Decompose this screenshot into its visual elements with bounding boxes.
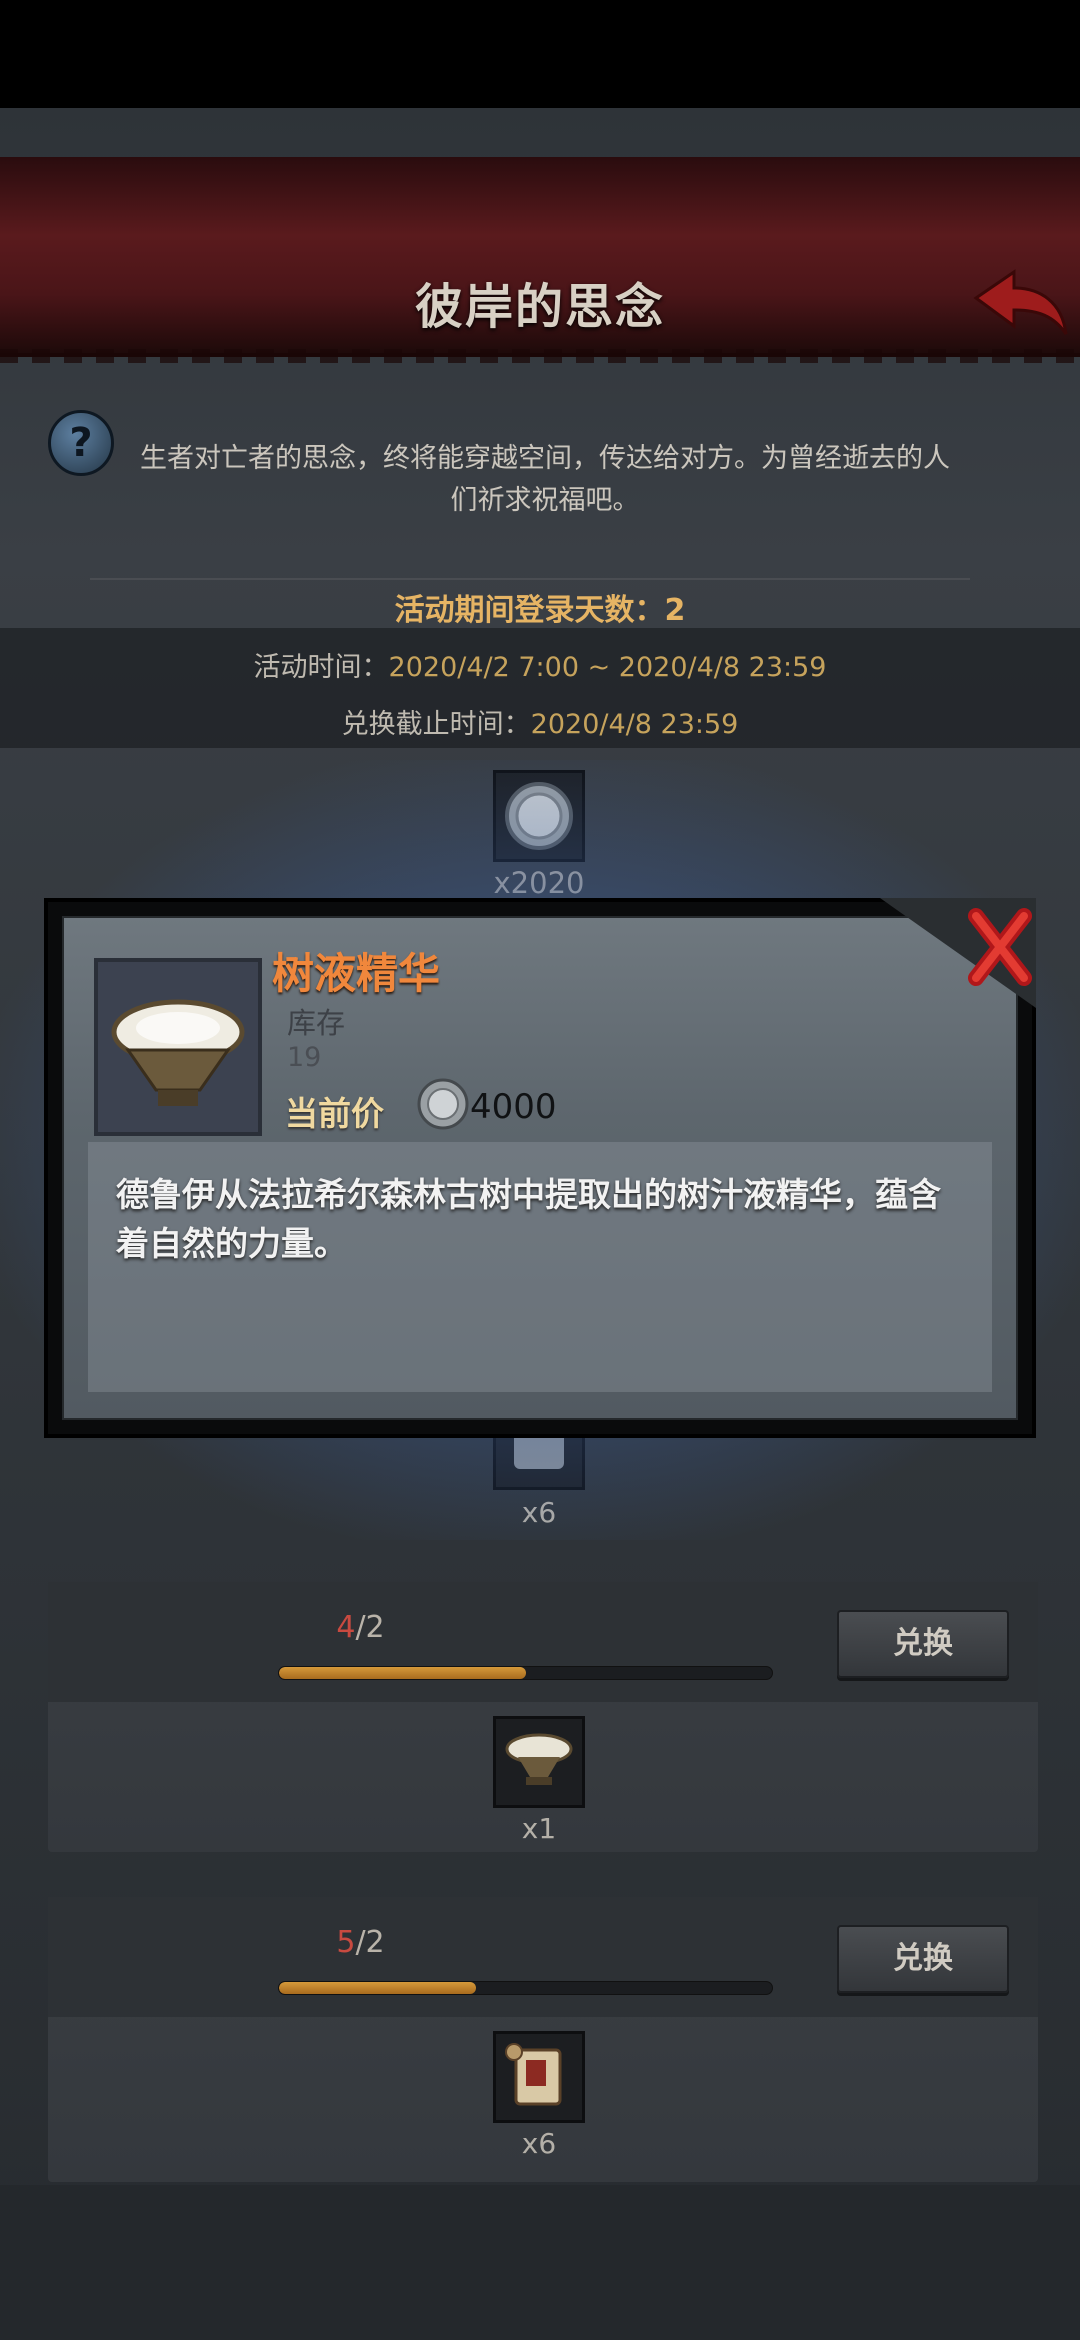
progress-fill [279, 1667, 526, 1679]
event-description: 生者对亡者的思念，终将能穿越空间，传达给对方。为曾经逝去的人们祈求祝福吧。 [140, 443, 950, 516]
page-title: 彼岸的思念 [414, 279, 665, 335]
event-time: 活动时间：2020/4/2 7:00 ~ 2020/4/8 23:59 [0, 645, 1080, 684]
item-description: 德鲁伊从法拉希尔森林古树中提取出的树汁液精华，蕴含着自然的力量。 [116, 1175, 941, 1263]
exchange-deadline: 兑换截止时间：2020/4/8 23:59 [0, 702, 1080, 741]
reward-item-slot[interactable] [493, 2031, 585, 2123]
reward-item-slot[interactable] [493, 1716, 585, 1808]
exchange-button[interactable]: 兑换 [837, 1925, 1009, 1993]
status-bar [0, 0, 1080, 108]
help-icon[interactable]: ? [48, 410, 114, 476]
exchange-card: 4/2 兑换 x1 [48, 1582, 1038, 1852]
close-icon[interactable] [880, 898, 1036, 1008]
price-value: 4000 [470, 1087, 557, 1127]
exchange-progress-bar [278, 1981, 773, 1995]
count-required: 2 [365, 1925, 385, 1960]
back-arrow-icon[interactable] [970, 268, 1070, 340]
sap-bowl-icon [111, 999, 245, 1106]
stock-label: 库存 [287, 1006, 346, 1040]
title-banner: 彼岸的思念 [0, 157, 1080, 363]
exchange-deadline-value: 2020/4/8 23:59 [530, 709, 739, 740]
progress-fill [279, 1982, 477, 1994]
login-days: 活动期间登录天数：2 [394, 593, 686, 628]
exchange-count: 4/2 [48, 1610, 673, 1645]
price-label: 当前价 [285, 1094, 384, 1133]
exchange-card: 5/2 兑换 x6 [48, 1897, 1038, 2182]
reward-quantity: x1 [521, 1812, 557, 1845]
exchange-deadline-label: 兑换截止时间： [341, 709, 531, 740]
silver-coin-icon [417, 1078, 469, 1130]
exchange-count: 5/2 [48, 1925, 673, 1960]
exchange-button[interactable]: 兑换 [837, 1610, 1009, 1678]
divider [90, 578, 970, 580]
item-icon-frame [94, 958, 262, 1136]
count-separator: / [355, 1925, 366, 1960]
scroll-icon [505, 2043, 562, 2106]
event-time-value: 2020/4/2 7:00 ~ 2020/4/8 23:59 [388, 652, 827, 683]
count-separator: / [355, 1610, 366, 1645]
count-current: 4 [336, 1610, 356, 1645]
stock-value: 19 [287, 1042, 322, 1073]
exchange-progress-bar [278, 1666, 773, 1680]
bottom-strip [0, 2185, 1080, 2340]
reward-quantity: x6 [521, 2127, 557, 2160]
count-current: 5 [336, 1925, 356, 1960]
sap-bowl-icon [505, 1733, 573, 1785]
event-time-label: 活动时间： [253, 652, 389, 683]
item-name: 树液精华 [272, 949, 441, 998]
count-required: 2 [365, 1610, 385, 1645]
